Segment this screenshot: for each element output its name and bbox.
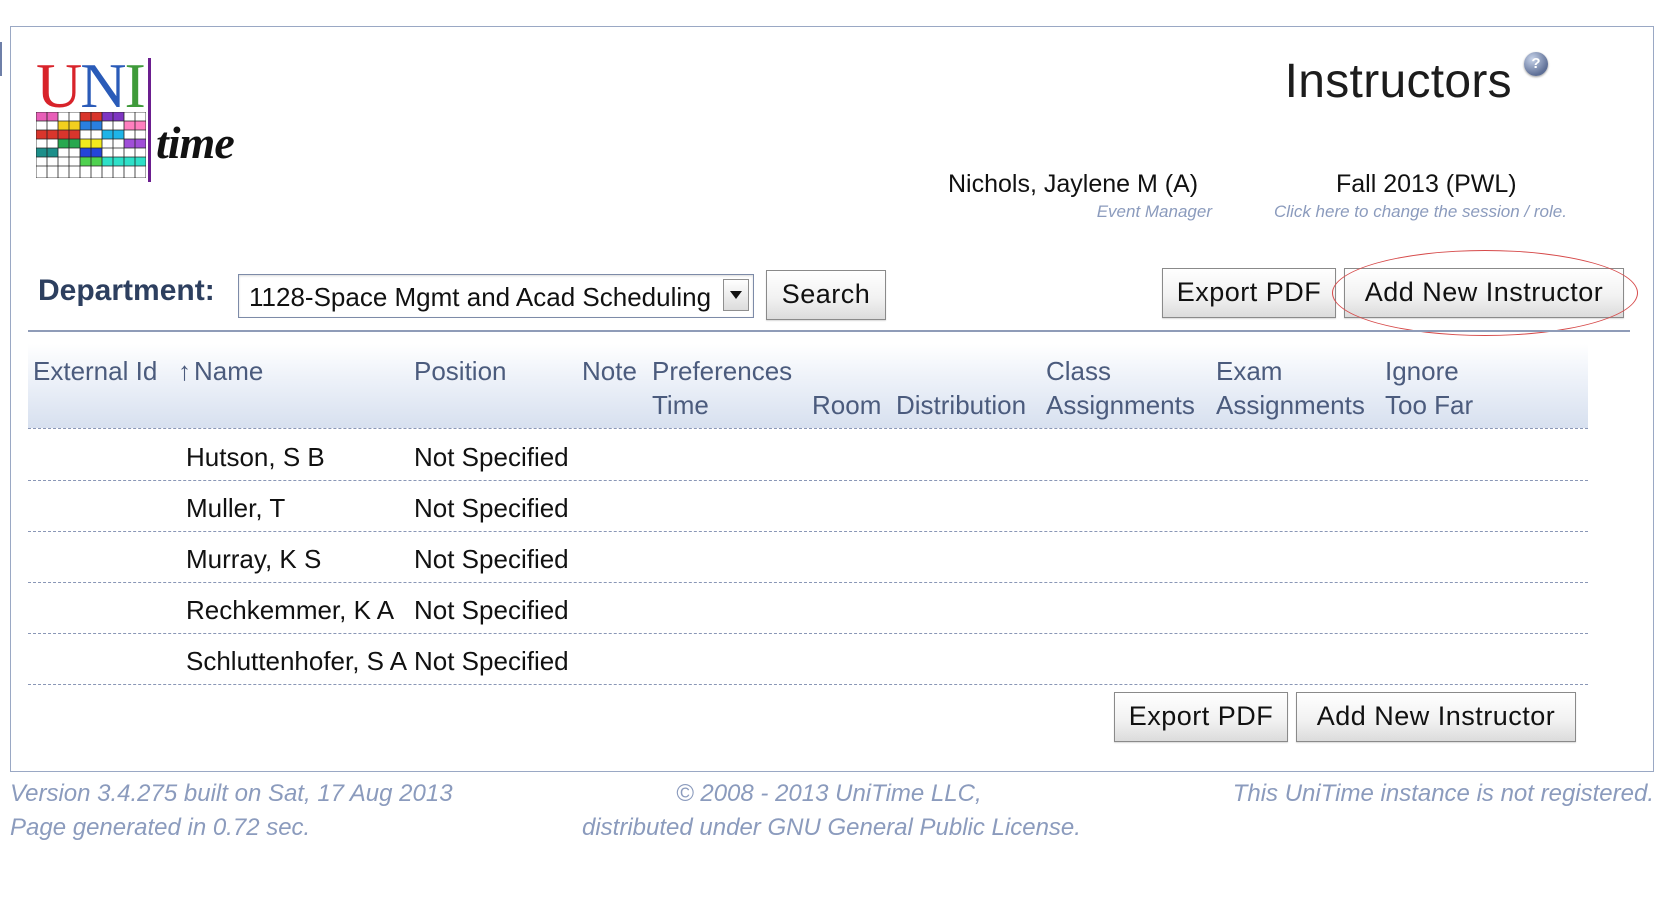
logo-divider xyxy=(148,58,151,182)
logo-timetable-grid-icon xyxy=(36,112,146,178)
left-edge-marker xyxy=(0,42,2,76)
user-name[interactable]: Nichols, Jaylene M (A) xyxy=(948,170,1198,199)
chevron-down-icon[interactable] xyxy=(723,279,749,311)
col-ignore-too-far-line1[interactable]: Ignore xyxy=(1385,356,1459,387)
instructor-position: Not Specified xyxy=(414,544,569,574)
logo-time-text: time xyxy=(156,117,235,168)
header-divider xyxy=(28,330,1630,332)
table-row[interactable]: Muller, T Not Specified xyxy=(28,481,1588,532)
sort-ascending-icon: ↑ xyxy=(178,356,191,386)
logo-letter-u: U xyxy=(36,50,82,121)
page-title: Instructors xyxy=(1284,55,1512,108)
export-pdf-button-top[interactable]: Export PDF xyxy=(1162,268,1336,318)
department-select[interactable]: 1128-Space Mgmt and Acad Scheduling xyxy=(238,274,754,318)
session-change-hint[interactable]: Click here to change the session / role. xyxy=(1274,202,1567,222)
department-select-value: 1128-Space Mgmt and Acad Scheduling xyxy=(249,282,712,312)
help-icon[interactable]: ? xyxy=(1524,52,1548,76)
col-class-assignments-line2[interactable]: Assignments xyxy=(1046,390,1195,421)
add-new-instructor-button-bottom[interactable]: Add New Instructor xyxy=(1296,692,1576,742)
table-row[interactable]: Rechkemmer, K A Not Specified xyxy=(28,583,1588,634)
table-row[interactable]: Hutson, S B Not Specified xyxy=(28,430,1588,481)
col-exam-assignments-line2[interactable]: Assignments xyxy=(1216,390,1365,421)
col-room[interactable]: Room xyxy=(812,390,881,421)
instructor-name: Schluttenhofer, S A xyxy=(186,646,408,676)
instructor-position: Not Specified xyxy=(414,442,569,472)
instructor-name: Rechkemmer, K A xyxy=(186,595,395,625)
footer-version: Version 3.4.275 built on Sat, 17 Aug 201… xyxy=(10,780,453,807)
table-row[interactable]: Schluttenhofer, S A Not Specified xyxy=(28,634,1588,685)
col-time[interactable]: Time xyxy=(652,390,709,421)
logo-letter-i: I xyxy=(124,50,145,121)
col-ignore-too-far-line2[interactable]: Too Far xyxy=(1385,390,1473,421)
user-role[interactable]: Event Manager xyxy=(1097,202,1212,222)
footer-copyright[interactable]: © 2008 - 2013 UniTime LLC, xyxy=(676,780,982,808)
instructor-name: Muller, T xyxy=(186,493,286,523)
search-button[interactable]: Search xyxy=(766,270,886,320)
logo-uni-text: UNI xyxy=(36,54,146,118)
logo-letter-n: N xyxy=(80,50,126,121)
instructor-position: Not Specified xyxy=(414,646,569,676)
col-preferences: Preferences xyxy=(652,356,793,386)
department-label: Department: xyxy=(38,274,215,307)
col-exam-assignments-line1[interactable]: Exam xyxy=(1216,356,1282,387)
instructor-position: Not Specified xyxy=(414,595,569,625)
table-row[interactable]: Murray, K S Not Specified xyxy=(28,532,1588,583)
add-new-instructor-button-top[interactable]: Add New Instructor xyxy=(1344,268,1624,318)
session-name[interactable]: Fall 2013 (PWL) xyxy=(1336,170,1517,199)
instructor-name: Hutson, S B xyxy=(186,442,325,472)
instructors-table-header: External Id ↑ Name Position Note Prefere… xyxy=(28,344,1588,429)
footer-license[interactable]: distributed under GNU General Public Lic… xyxy=(582,814,1081,842)
col-class-assignments-line1[interactable]: Class xyxy=(1046,356,1111,387)
instructor-name: Murray, K S xyxy=(186,544,322,574)
export-pdf-button-bottom[interactable]: Export PDF xyxy=(1114,692,1288,742)
footer-generated-time: Page generated in 0.72 sec. xyxy=(10,814,311,841)
unitime-logo[interactable]: UNI time xyxy=(36,54,256,184)
footer-registration[interactable]: This UniTime instance is not registered. xyxy=(1233,780,1654,808)
col-position[interactable]: Position xyxy=(414,356,507,387)
instructor-position: Not Specified xyxy=(414,493,569,523)
col-distribution[interactable]: Distribution xyxy=(896,390,1026,421)
col-note[interactable]: Note xyxy=(582,356,637,387)
col-name[interactable]: Name xyxy=(194,356,263,387)
col-external-id[interactable]: External Id xyxy=(33,356,157,387)
